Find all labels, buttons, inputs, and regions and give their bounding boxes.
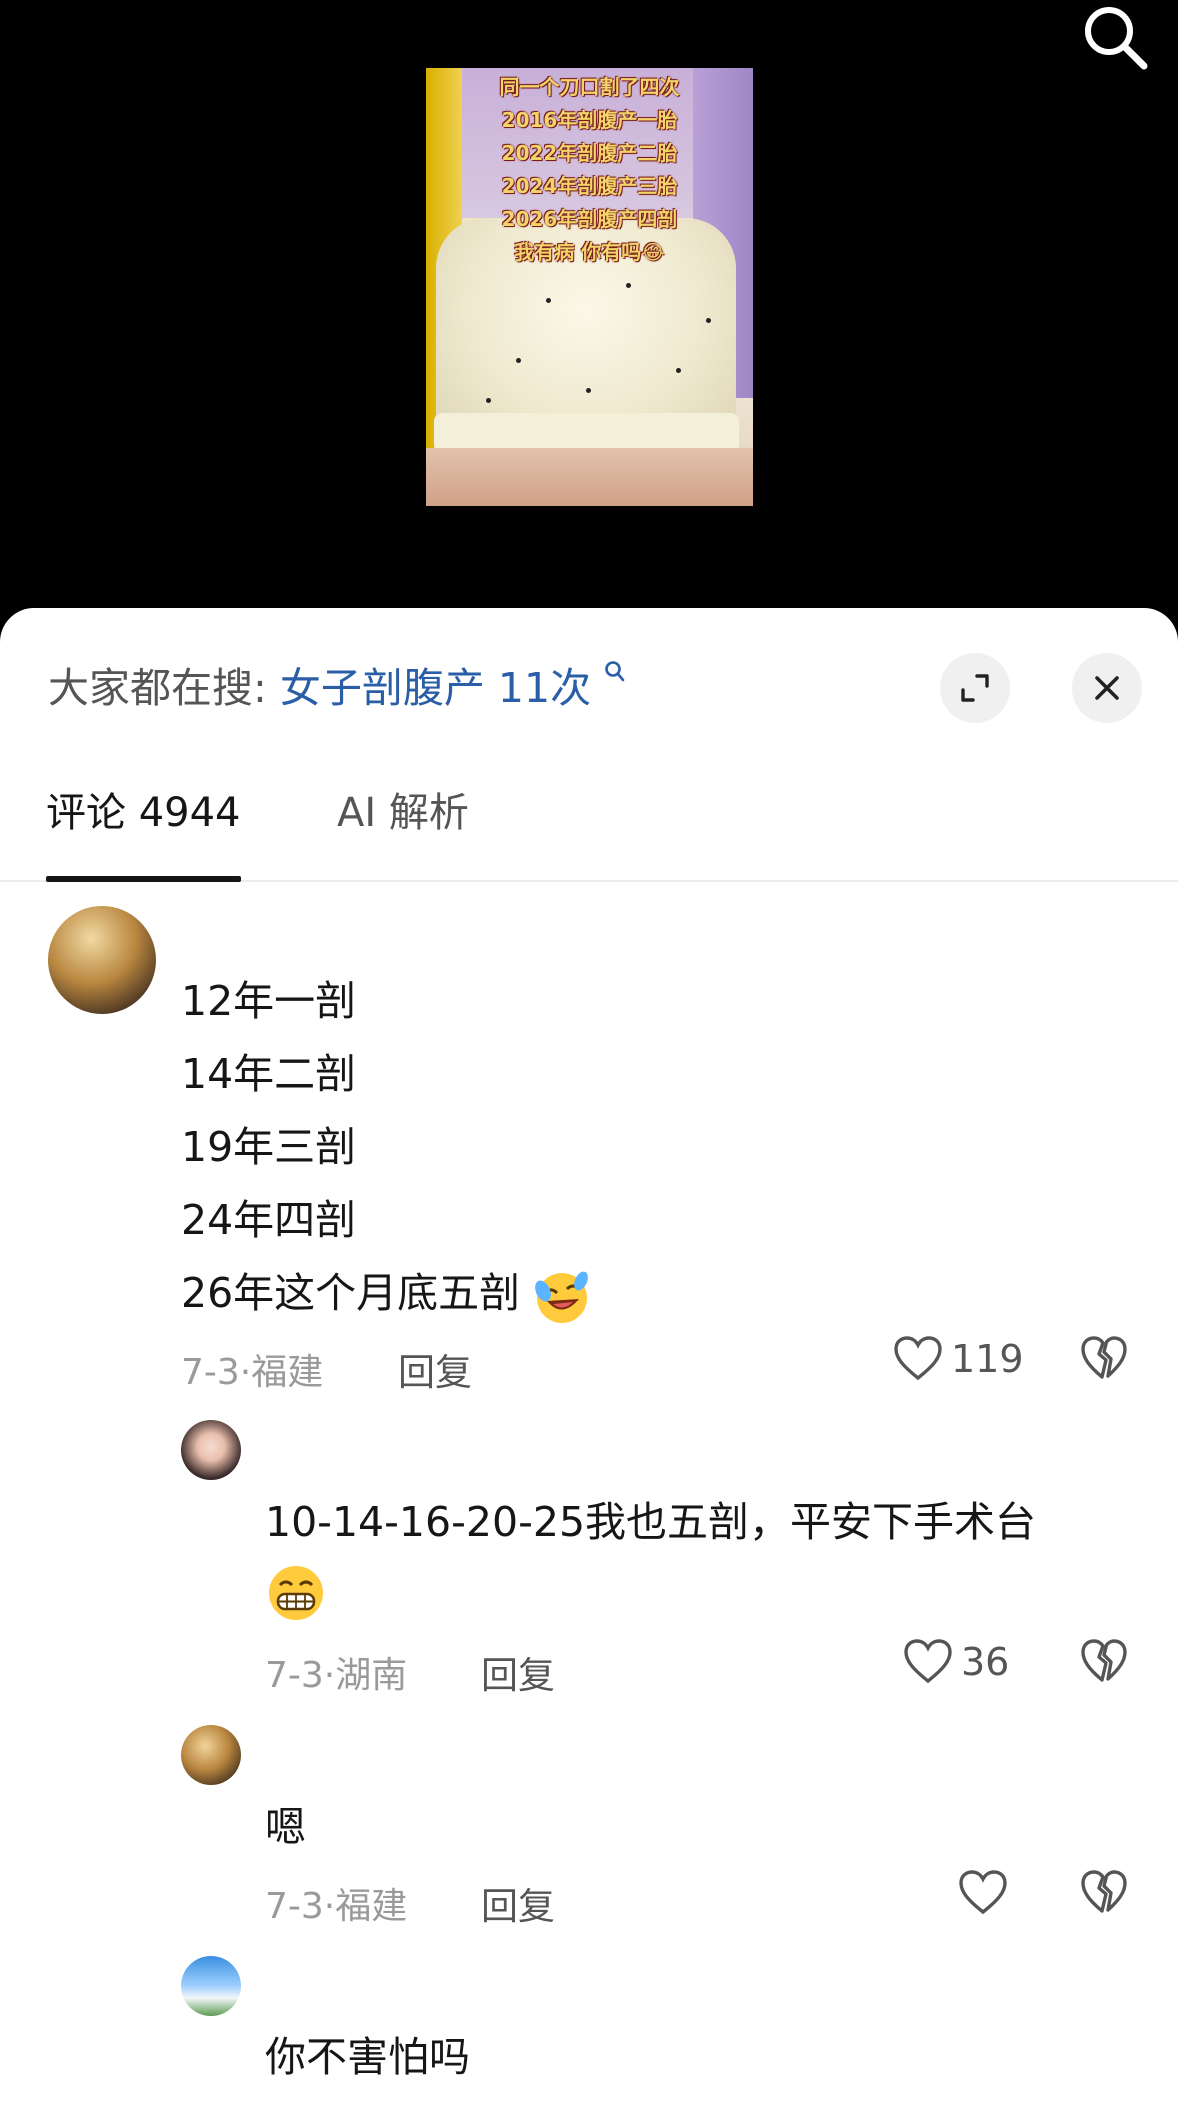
shorts-dot <box>626 283 631 288</box>
comment-line: 26年这个月底五剖 <box>181 1269 521 1317</box>
laughing-crying-emoji-icon <box>535 1271 589 1323</box>
comment-line: 你不害怕吗 <box>265 2033 470 2081</box>
reply-button[interactable]: 回复 <box>481 1645 555 1699</box>
avatar[interactable] <box>48 906 156 1014</box>
broken-heart-icon <box>1081 1639 1127 1682</box>
caption-line: 2016年剖腹产一胎 <box>501 108 678 132</box>
trending-search-label: 大家都在搜: <box>48 664 267 712</box>
comment-line: 24年四剖 <box>181 1196 357 1244</box>
close-icon <box>1095 676 1119 700</box>
comment-line: 14年二剖 <box>181 1050 357 1098</box>
caption-line: 2026年剖腹产四剖 <box>501 207 678 231</box>
avatar[interactable] <box>181 1725 241 1785</box>
thumbnail-belly <box>426 448 753 506</box>
search-icon[interactable] <box>1080 2 1150 72</box>
like-button[interactable] <box>958 1870 1016 1916</box>
comment-line: 12年一剖 <box>181 977 357 1025</box>
shorts-dot <box>516 358 521 363</box>
comment-date-location: 7-3·福建 <box>265 1886 408 1927</box>
expand-button[interactable] <box>940 653 1010 723</box>
tab-ai-label: AI 解析 <box>337 790 469 836</box>
comment-line: 10-14-16-20-25我也五剖，平安下手术台 <box>265 1498 1037 1546</box>
comment-line: 19年三剖 <box>181 1123 357 1171</box>
shorts-dot <box>706 318 711 323</box>
thumbnail-waistband <box>434 413 739 453</box>
shorts-dot <box>486 398 491 403</box>
comment-sheet: 大家都在搜: 女子剖腹产 11次 评论 4944 AI 解析 12年一剖 14年… <box>0 608 1178 2115</box>
heart-icon <box>894 1336 942 1381</box>
small-search-icon <box>605 661 625 682</box>
expand-icon <box>961 674 989 702</box>
tab-comments-label: 评论 4944 <box>46 790 241 836</box>
comment-date-location: 7-3·福建 <box>181 1352 324 1393</box>
dislike-button[interactable] <box>1080 1639 1128 1689</box>
reply-button[interactable]: 回复 <box>398 1342 472 1396</box>
dislike-button[interactable] <box>1080 1336 1128 1386</box>
caption-line: 2022年剖腹产二胎 <box>501 141 678 165</box>
like-count: 36 <box>961 1640 1010 1684</box>
caption-line: 2024年剖腹产三胎 <box>501 174 678 198</box>
caption-line: 我有病 你有吗😂 <box>514 240 665 264</box>
heart-icon <box>959 1870 1007 1915</box>
shorts-dot <box>676 368 681 373</box>
avatar[interactable] <box>181 1956 241 2016</box>
comment-line: 嗯 <box>265 1803 306 1851</box>
trending-search-term[interactable]: 女子剖腹产 11次 <box>280 664 591 712</box>
dislike-button[interactable] <box>1080 1870 1128 1920</box>
shorts-dot <box>586 388 591 393</box>
video-thumbnail[interactable]: 同一个刀口割了四次 2016年剖腹产一胎 2022年剖腹产二胎 2024年剖腹产… <box>426 68 753 506</box>
comment-line-with-emoji: 26年这个月底五剖 <box>181 1257 591 1329</box>
reply-button[interactable]: 回复 <box>481 1876 555 1930</box>
like-button[interactable]: 119 <box>893 1336 1024 1382</box>
like-count: 119 <box>951 1337 1024 1381</box>
video-player[interactable]: 同一个刀口割了四次 2016年剖腹产一胎 2022年剖腹产二胎 2024年剖腹产… <box>0 0 1178 640</box>
trending-search-link[interactable]: 大家都在搜: 女子剖腹产 11次 <box>48 656 626 720</box>
comment-date-location: 7-3·湖南 <box>265 1655 408 1696</box>
heart-icon <box>904 1639 952 1684</box>
shorts-dot <box>546 298 551 303</box>
grinning-emoji-icon <box>269 1566 323 1620</box>
caption-line: 同一个刀口割了四次 <box>499 75 680 99</box>
tab-ai-analysis[interactable]: AI 解析 <box>337 758 469 876</box>
broken-heart-icon <box>1081 1336 1127 1379</box>
tab-comments[interactable]: 评论 4944 <box>46 758 241 882</box>
active-tab-indicator <box>46 876 241 882</box>
like-button[interactable]: 36 <box>903 1639 1009 1685</box>
tab-bar: 评论 4944 AI 解析 <box>0 758 1178 882</box>
avatar[interactable] <box>181 1420 241 1480</box>
broken-heart-icon <box>1081 1870 1127 1913</box>
close-button[interactable] <box>1072 653 1142 723</box>
